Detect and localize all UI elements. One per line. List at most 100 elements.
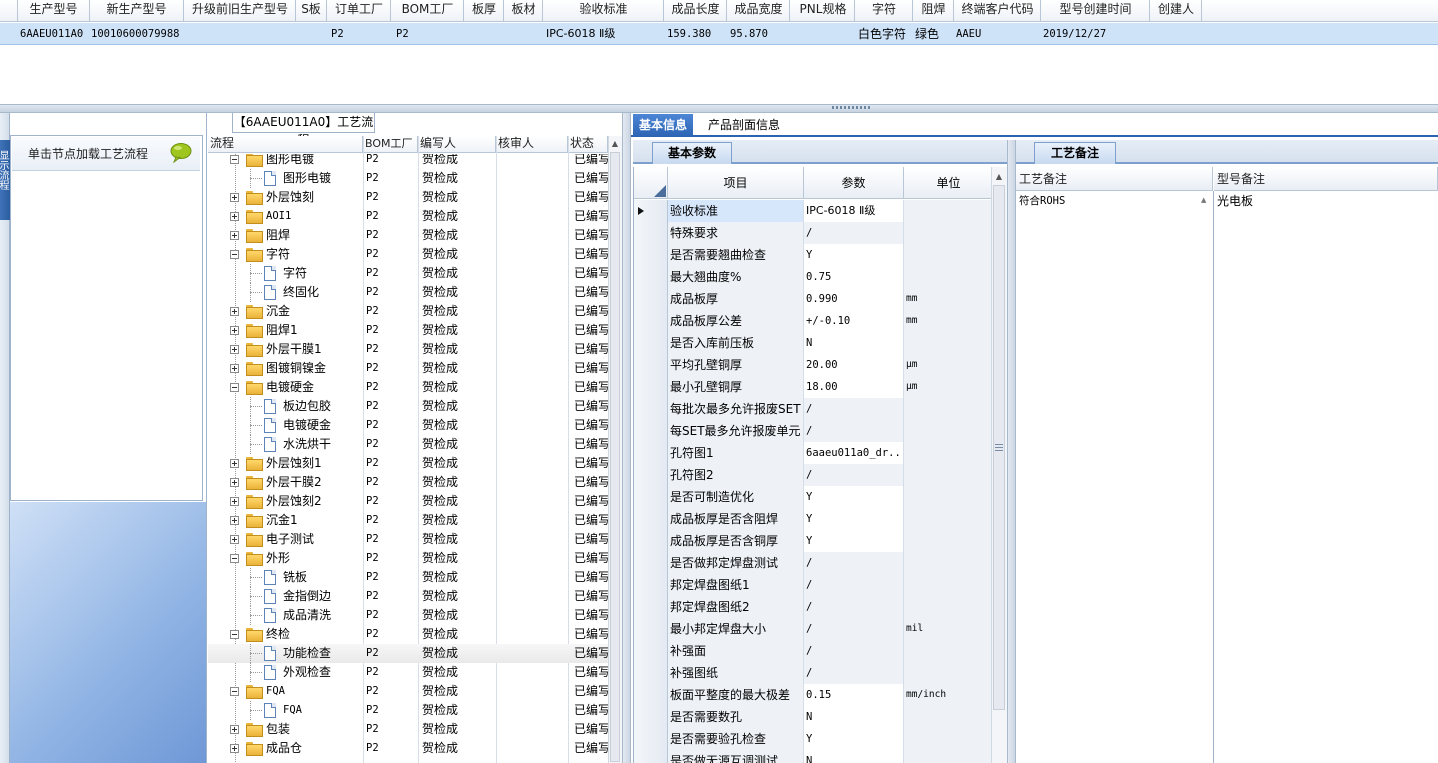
cell-status[interactable]: 已编写 (574, 739, 608, 758)
cell-status[interactable]: 已编写 (574, 568, 608, 587)
cell-bom[interactable]: P2 (366, 511, 416, 530)
tree-row[interactable]: FQA P2 贺检成 已编写 (208, 682, 608, 701)
param-value[interactable]: / (804, 662, 904, 684)
header-bom[interactable]: BOM工厂 (363, 136, 418, 153)
cell-customer-code[interactable]: AAEU (954, 23, 1040, 45)
cell-status[interactable]: 已编写 (574, 587, 608, 606)
tree-node-label[interactable]: 功能检查 (283, 644, 331, 663)
tree-node-label[interactable]: 图形电镀 (266, 154, 314, 169)
tree-node-label[interactable]: 成品清洗 (283, 606, 331, 625)
cell-author[interactable]: 贺检成 (422, 154, 497, 169)
cell-bom[interactable]: P2 (366, 435, 416, 454)
cell-status[interactable]: 已编写 (574, 606, 608, 625)
params-row[interactable]: 每批次最多允许报废SET / (634, 398, 993, 420)
params-row[interactable]: 最大翘曲度% 0.75 (634, 266, 993, 288)
param-unit[interactable]: mm (904, 288, 993, 310)
row-indicator[interactable] (634, 728, 668, 750)
params-header-item[interactable]: 项目 (668, 167, 804, 199)
params-row[interactable]: 特殊要求 / (634, 222, 993, 244)
cell-bom[interactable]: P2 (366, 245, 416, 264)
row-indicator[interactable] (634, 640, 668, 662)
row-indicator[interactable] (634, 222, 668, 244)
params-row[interactable]: 成品板厚是否含铜厚 Y (634, 530, 993, 552)
cell-s-board[interactable] (296, 23, 326, 45)
tree-node-label[interactable]: 外层蚀刻1 (266, 454, 322, 473)
param-unit[interactable] (904, 486, 993, 508)
tree-row[interactable]: 外层蚀刻 P2 贺检成 已编写 (208, 188, 608, 207)
cell-creator[interactable] (1151, 23, 1201, 45)
tree-node-label[interactable]: 沉金 (266, 302, 290, 321)
tree-row[interactable]: 图形电镀 P2 贺检成 已编写 (208, 154, 608, 169)
header-col[interactable]: 验收标准 (544, 0, 664, 22)
cell-bom[interactable]: P2 (366, 644, 416, 663)
param-unit[interactable] (904, 728, 993, 750)
row-indicator[interactable] (634, 288, 668, 310)
cell-author[interactable]: 贺检成 (422, 340, 497, 359)
tree-node-label[interactable]: 字符 (266, 245, 290, 264)
header-col[interactable]: 阻焊 (914, 0, 954, 22)
model-note-value[interactable]: 光电板 (1214, 193, 1414, 209)
tree-node-label[interactable]: FQA (283, 701, 302, 720)
param-value[interactable]: / (804, 222, 904, 244)
cell-bom[interactable]: P2 (366, 720, 416, 739)
header-col[interactable]: 新生产型号 (90, 0, 184, 22)
header-col[interactable]: 型号创建时间 (1042, 0, 1150, 22)
collapse-icon[interactable] (230, 383, 239, 392)
cell-author[interactable]: 贺检成 (422, 169, 497, 188)
param-item[interactable]: 成品板厚 (668, 288, 804, 310)
tree-node-label[interactable]: 板边包胶 (283, 397, 331, 416)
cell-author[interactable]: 贺检成 (422, 283, 497, 302)
param-unit[interactable] (904, 398, 993, 420)
cell-status[interactable]: 已编写 (574, 154, 608, 169)
param-item[interactable]: 是否做无源互调测试 (668, 750, 804, 763)
tree-node-label[interactable]: 外观检查 (283, 663, 331, 682)
param-item[interactable]: 邦定焊盘图纸1 (668, 574, 804, 596)
cell-author[interactable]: 贺检成 (422, 606, 497, 625)
cell-pnl[interactable] (792, 23, 854, 45)
expand-icon[interactable] (230, 497, 239, 506)
tree-row[interactable]: 成品清洗 P2 贺检成 已编写 (208, 606, 608, 625)
cell-status[interactable]: 已编写 (574, 378, 608, 397)
cell-bom[interactable]: P2 (366, 549, 416, 568)
param-value[interactable]: / (804, 398, 904, 420)
param-value[interactable]: / (804, 574, 904, 596)
param-unit[interactable] (904, 200, 993, 222)
tree-row[interactable]: 成品仓 P2 贺检成 已编写 (208, 739, 608, 758)
header-reviewer[interactable]: 核审人 (496, 136, 568, 153)
cell-author[interactable]: 贺检成 (422, 473, 497, 492)
notes-header-process[interactable]: 工艺备注 (1016, 167, 1213, 191)
tree-node-label[interactable]: 外层干膜2 (266, 473, 322, 492)
tree-row[interactable]: 字符 P2 贺检成 已编写 (208, 245, 608, 264)
cell-bom[interactable]: P2 (366, 739, 416, 758)
cell-author[interactable]: 贺检成 (422, 245, 497, 264)
row-indicator[interactable] (634, 310, 668, 332)
cell-author[interactable]: 贺检成 (422, 739, 497, 758)
cell-author[interactable]: 贺检成 (422, 492, 497, 511)
param-item[interactable]: 成品板厚是否含阻焊 (668, 508, 804, 530)
tab-process-notes[interactable]: 工艺备注 (1034, 142, 1116, 164)
model-grid-row-selected[interactable]: 6AAEU011A0 10010600079988 P2 P2 IPC-6018… (0, 23, 1438, 45)
tree-row[interactable]: 电镀硬金 P2 贺检成 已编写 (208, 416, 608, 435)
cell-bom[interactable]: P2 (366, 321, 416, 340)
header-col[interactable]: 板材 (505, 0, 543, 22)
row-indicator[interactable] (634, 662, 668, 684)
tree-node-label[interactable]: 外层蚀刻2 (266, 492, 322, 511)
cell-status[interactable]: 已编写 (574, 473, 608, 492)
param-unit[interactable] (904, 508, 993, 530)
tree-node-label[interactable]: 终固化 (283, 283, 319, 302)
notes-header-model[interactable]: 型号备注 (1214, 167, 1438, 191)
cell-status[interactable]: 已编写 (574, 397, 608, 416)
row-indicator[interactable] (634, 266, 668, 288)
param-item[interactable]: 成品板厚是否含铜厚 (668, 530, 804, 552)
header-col[interactable]: 升级前旧生产型号 (185, 0, 296, 22)
param-item[interactable]: 板面平整度的最大极差 (668, 684, 804, 706)
cell-status[interactable]: 已编写 (574, 302, 608, 321)
params-row[interactable]: 最小孔壁铜厚 18.00 μm (634, 376, 993, 398)
cell-bom-factory[interactable]: P2 (394, 23, 464, 45)
params-row[interactable]: 成品板厚 0.990 mm (634, 288, 993, 310)
vertical-splitter-right[interactable] (1007, 140, 1016, 763)
row-indicator[interactable] (634, 486, 668, 508)
param-item[interactable]: 孔符图1 (668, 442, 804, 464)
param-item[interactable]: 是否需要翘曲检查 (668, 244, 804, 266)
cell-bom[interactable]: P2 (366, 473, 416, 492)
